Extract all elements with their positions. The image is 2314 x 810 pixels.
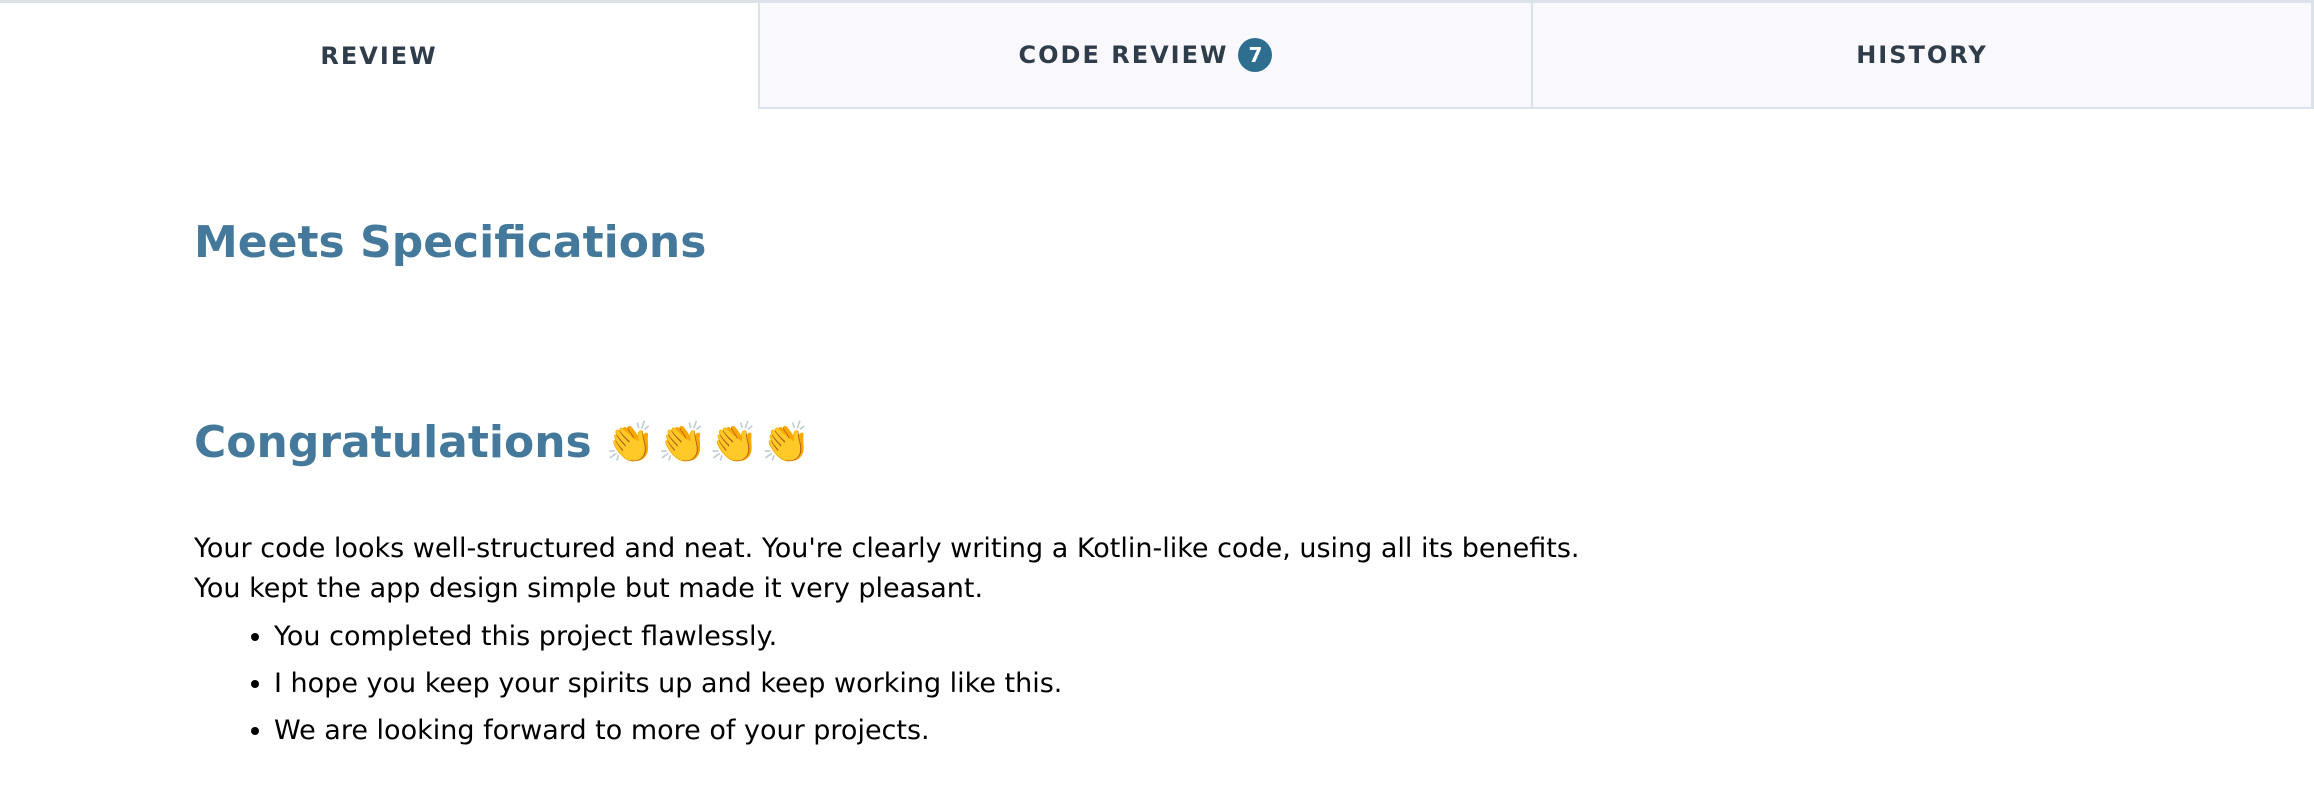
tab-bar: REVIEW CODE REVIEW 7 HISTORY [0,0,2314,109]
review-paragraph: Your code looks well-structured and neat… [194,529,1579,609]
tab-review[interactable]: REVIEW [0,3,760,109]
review-bullet-list: You completed this project flawlessly. I… [194,613,1062,754]
tab-review-label: REVIEW [320,42,438,70]
code-review-count-badge: 7 [1238,38,1273,72]
tab-code-review[interactable]: CODE REVIEW 7 [760,3,1533,109]
tab-code-review-label: CODE REVIEW [1018,41,1229,69]
list-item: You completed this project flawlessly. [274,613,1062,660]
review-paragraph-line: You kept the app design simple but made … [194,573,984,604]
list-item: I hope you keep your spirits up and keep… [274,660,1062,707]
clapping-hands-icon: 👏 [761,420,811,467]
clapping-hands-group: 👏 👏 👏 👏 [606,423,813,463]
list-item: We are looking forward to more of your p… [274,707,1062,754]
clapping-hands-icon: 👏 [709,420,760,467]
clapping-hands-icon: 👏 [657,420,708,467]
congratulations-heading-text: Congratulations [194,417,592,468]
meets-specifications-heading: Meets Specifications [194,217,707,268]
clapping-hands-icon: 👏 [605,420,656,467]
tab-history[interactable]: HISTORY [1533,3,2314,109]
congratulations-heading: Congratulations 👏 👏 👏 👏 [194,417,813,470]
review-paragraph-line: Your code looks well-structured and neat… [194,533,1580,564]
tab-history-label: HISTORY [1856,41,1988,69]
